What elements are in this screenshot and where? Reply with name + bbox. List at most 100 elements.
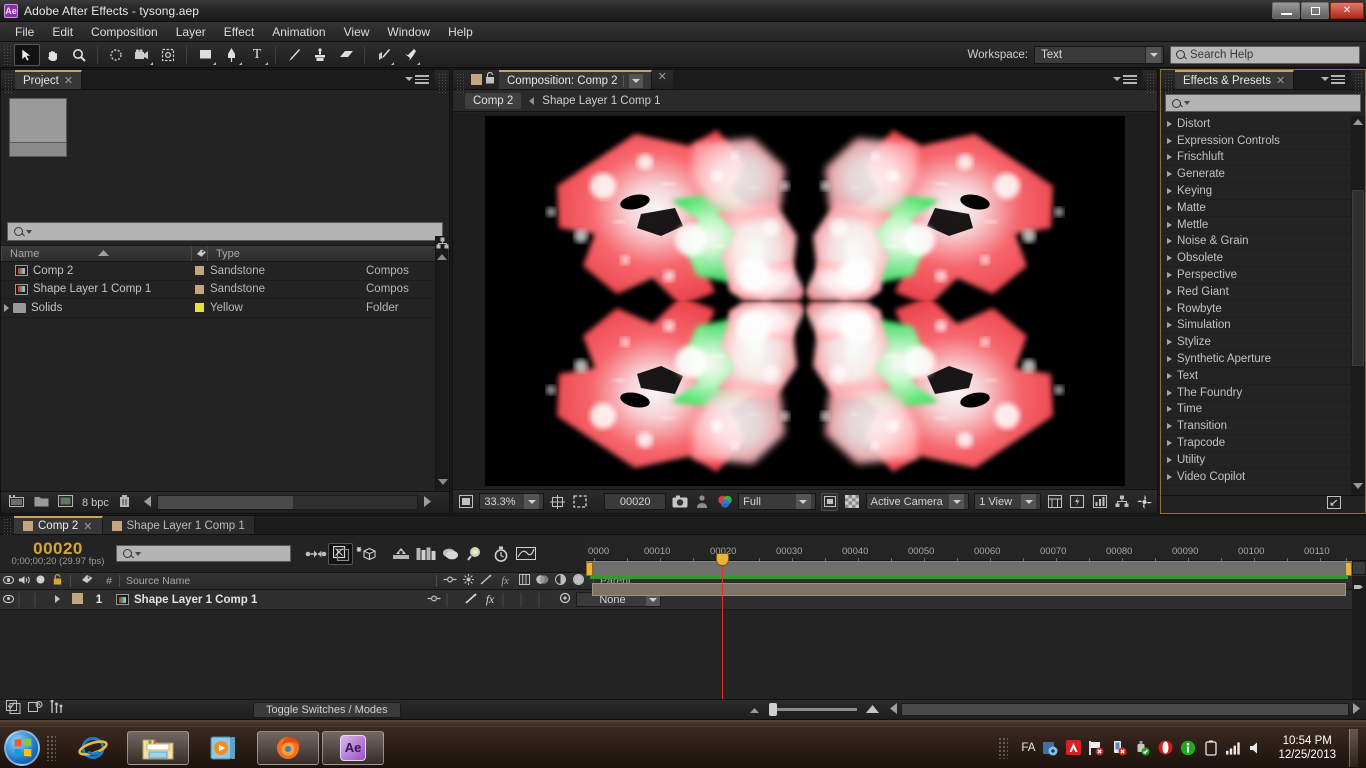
label-header-icon[interactable] bbox=[75, 574, 99, 588]
project-panel-menu[interactable] bbox=[395, 70, 435, 89]
effects-header-icon[interactable]: fx bbox=[495, 576, 515, 587]
project-search-input[interactable] bbox=[7, 222, 443, 241]
scroll-up-arrow-icon[interactable] bbox=[437, 254, 447, 260]
layer-visibility-toggle[interactable] bbox=[0, 594, 16, 606]
effect-category-time[interactable]: Time bbox=[1161, 402, 1365, 419]
pixel-aspect-icon[interactable] bbox=[1046, 493, 1063, 511]
quality-header-icon[interactable] bbox=[477, 574, 495, 588]
effect-category-distort[interactable]: Distort bbox=[1161, 116, 1365, 133]
toggle-switches-modes-button[interactable]: Toggle Switches / Modes bbox=[253, 701, 401, 718]
effect-category-matte[interactable]: Matte bbox=[1161, 200, 1365, 217]
column-label-swatch[interactable] bbox=[191, 246, 207, 261]
menu-layer[interactable]: Layer bbox=[167, 23, 215, 41]
language-indicator[interactable]: FA bbox=[1021, 742, 1035, 754]
disclosure-triangle-icon[interactable] bbox=[1167, 406, 1172, 413]
new-3d-renderer-icon[interactable] bbox=[353, 543, 378, 565]
zoom-tool-icon[interactable] bbox=[66, 44, 92, 66]
project-settings-icon[interactable] bbox=[58, 495, 73, 510]
workspace-select[interactable]: Text bbox=[1034, 45, 1164, 64]
layer-frame-blend-toggle[interactable] bbox=[500, 592, 518, 607]
disclosure-triangle-icon[interactable] bbox=[1167, 204, 1172, 211]
project-scrollbar[interactable] bbox=[435, 236, 449, 490]
clock[interactable]: 10:54 PM 12/25/2013 bbox=[1278, 734, 1336, 762]
new-animation-preset-icon[interactable] bbox=[1327, 495, 1341, 514]
menu-composition[interactable]: Composition bbox=[82, 23, 167, 41]
lock-header-icon[interactable] bbox=[48, 574, 66, 588]
disclosure-triangle-icon[interactable] bbox=[1167, 120, 1172, 127]
effect-category-utility[interactable]: Utility bbox=[1161, 452, 1365, 469]
effect-category-frischluft[interactable]: Frischluft bbox=[1161, 150, 1365, 167]
zoom-level-select[interactable]: 33.3% bbox=[479, 493, 545, 510]
comp-panel-grip[interactable] bbox=[456, 73, 464, 93]
timeline-search-input[interactable] bbox=[116, 545, 291, 562]
layer-expand-triangle-icon[interactable] bbox=[48, 594, 66, 606]
tab-project[interactable]: Project ✕ bbox=[15, 70, 83, 89]
timecode-field[interactable]: 00020 bbox=[604, 493, 667, 510]
disclosure-triangle-icon[interactable] bbox=[1167, 137, 1172, 144]
always-preview-icon[interactable] bbox=[457, 493, 474, 511]
transparency-grid-icon[interactable] bbox=[843, 493, 860, 511]
close-button[interactable]: ✕ bbox=[1330, 2, 1364, 19]
effect-category-the-foundry[interactable]: The Foundry bbox=[1161, 385, 1365, 402]
region-of-interest-icon[interactable] bbox=[572, 493, 589, 511]
timeline-vscroll-top[interactable] bbox=[1352, 561, 1366, 575]
tray-grip[interactable] bbox=[998, 736, 1009, 759]
shy-header-icon[interactable] bbox=[441, 575, 459, 587]
effects-scroll-thumb[interactable] bbox=[1352, 190, 1364, 366]
shape-tool-icon[interactable] bbox=[192, 44, 218, 66]
effect-category-simulation[interactable]: Simulation bbox=[1161, 318, 1365, 335]
taskbar-firefox[interactable] bbox=[257, 730, 319, 765]
timeline-vscrollbar[interactable] bbox=[1352, 576, 1366, 699]
label-color-swatch[interactable] bbox=[195, 303, 204, 313]
lock-icon[interactable] bbox=[485, 71, 495, 89]
menu-window[interactable]: Window bbox=[378, 23, 439, 41]
tab-timeline-comp2[interactable]: Comp 2 ✕ bbox=[14, 516, 103, 534]
effects-panel-grip[interactable] bbox=[1164, 73, 1172, 93]
disclosure-triangle-icon[interactable] bbox=[1167, 322, 1172, 329]
layer-audio-toggle[interactable] bbox=[16, 592, 32, 607]
work-area-start-handle[interactable] bbox=[586, 562, 593, 576]
disclosure-triangle-icon[interactable] bbox=[1167, 423, 1172, 430]
disclosure-triangle-icon[interactable] bbox=[1167, 272, 1172, 279]
volume-icon[interactable] bbox=[1249, 740, 1265, 756]
effect-category-noise-grain[interactable]: Noise & Grain bbox=[1161, 234, 1365, 251]
breadcrumb-parent[interactable]: Shape Layer 1 Comp 1 bbox=[542, 95, 660, 107]
camera-select[interactable]: Active Camera bbox=[865, 493, 970, 510]
disclosure-triangle-icon[interactable] bbox=[1167, 171, 1172, 178]
frame-render-time-icon[interactable] bbox=[28, 700, 43, 719]
reset-exposure-icon[interactable] bbox=[1136, 493, 1153, 511]
auto-keyframe-icon[interactable] bbox=[438, 543, 463, 565]
project-panel-grip-right[interactable] bbox=[438, 73, 446, 93]
audio-header-icon[interactable] bbox=[16, 575, 32, 588]
effect-category-text[interactable]: Text bbox=[1161, 368, 1365, 385]
work-area-end-handle[interactable] bbox=[1345, 562, 1352, 576]
maximize-button[interactable] bbox=[1301, 2, 1329, 19]
menu-view[interactable]: View bbox=[335, 23, 379, 41]
source-name-header[interactable]: Source Name bbox=[126, 575, 436, 587]
disclosure-triangle-icon[interactable] bbox=[1167, 456, 1172, 463]
camera-tool-icon[interactable] bbox=[129, 44, 155, 66]
effect-category-video-copilot[interactable]: Video Copilot bbox=[1161, 469, 1365, 486]
usb-safe-remove-icon[interactable] bbox=[1134, 740, 1150, 756]
comp-flowchart-icon[interactable] bbox=[1113, 493, 1130, 511]
opera-icon[interactable] bbox=[1157, 740, 1173, 756]
bit-depth-label[interactable]: 8 bpc bbox=[82, 497, 109, 509]
timeline-view-icon[interactable] bbox=[1091, 493, 1108, 511]
label-color-swatch[interactable] bbox=[195, 284, 204, 294]
taskbar-after-effects[interactable]: Ae bbox=[322, 730, 384, 765]
three-d-layer-header-icon[interactable] bbox=[569, 574, 587, 588]
brainstorm-icon[interactable] bbox=[413, 543, 438, 565]
timeline-hscrollbar[interactable] bbox=[901, 703, 1349, 716]
menu-effect[interactable]: Effect bbox=[215, 23, 263, 41]
menu-help[interactable]: Help bbox=[439, 23, 482, 41]
effect-category-expression-controls[interactable]: Expression Controls bbox=[1161, 133, 1365, 150]
close-icon[interactable]: ✕ bbox=[83, 520, 92, 533]
composition-viewer[interactable] bbox=[453, 113, 1157, 488]
adjustment-layer-header-icon[interactable] bbox=[551, 574, 569, 588]
video-header-icon[interactable] bbox=[0, 575, 16, 587]
effects-scrollbar[interactable] bbox=[1351, 116, 1365, 495]
hscroll-left-arrow-icon[interactable] bbox=[143, 495, 153, 510]
zoom-out-timeline-icon[interactable] bbox=[748, 701, 761, 719]
channel-rgb-icon[interactable] bbox=[716, 493, 733, 511]
disclosure-triangle-icon[interactable] bbox=[1167, 305, 1172, 312]
